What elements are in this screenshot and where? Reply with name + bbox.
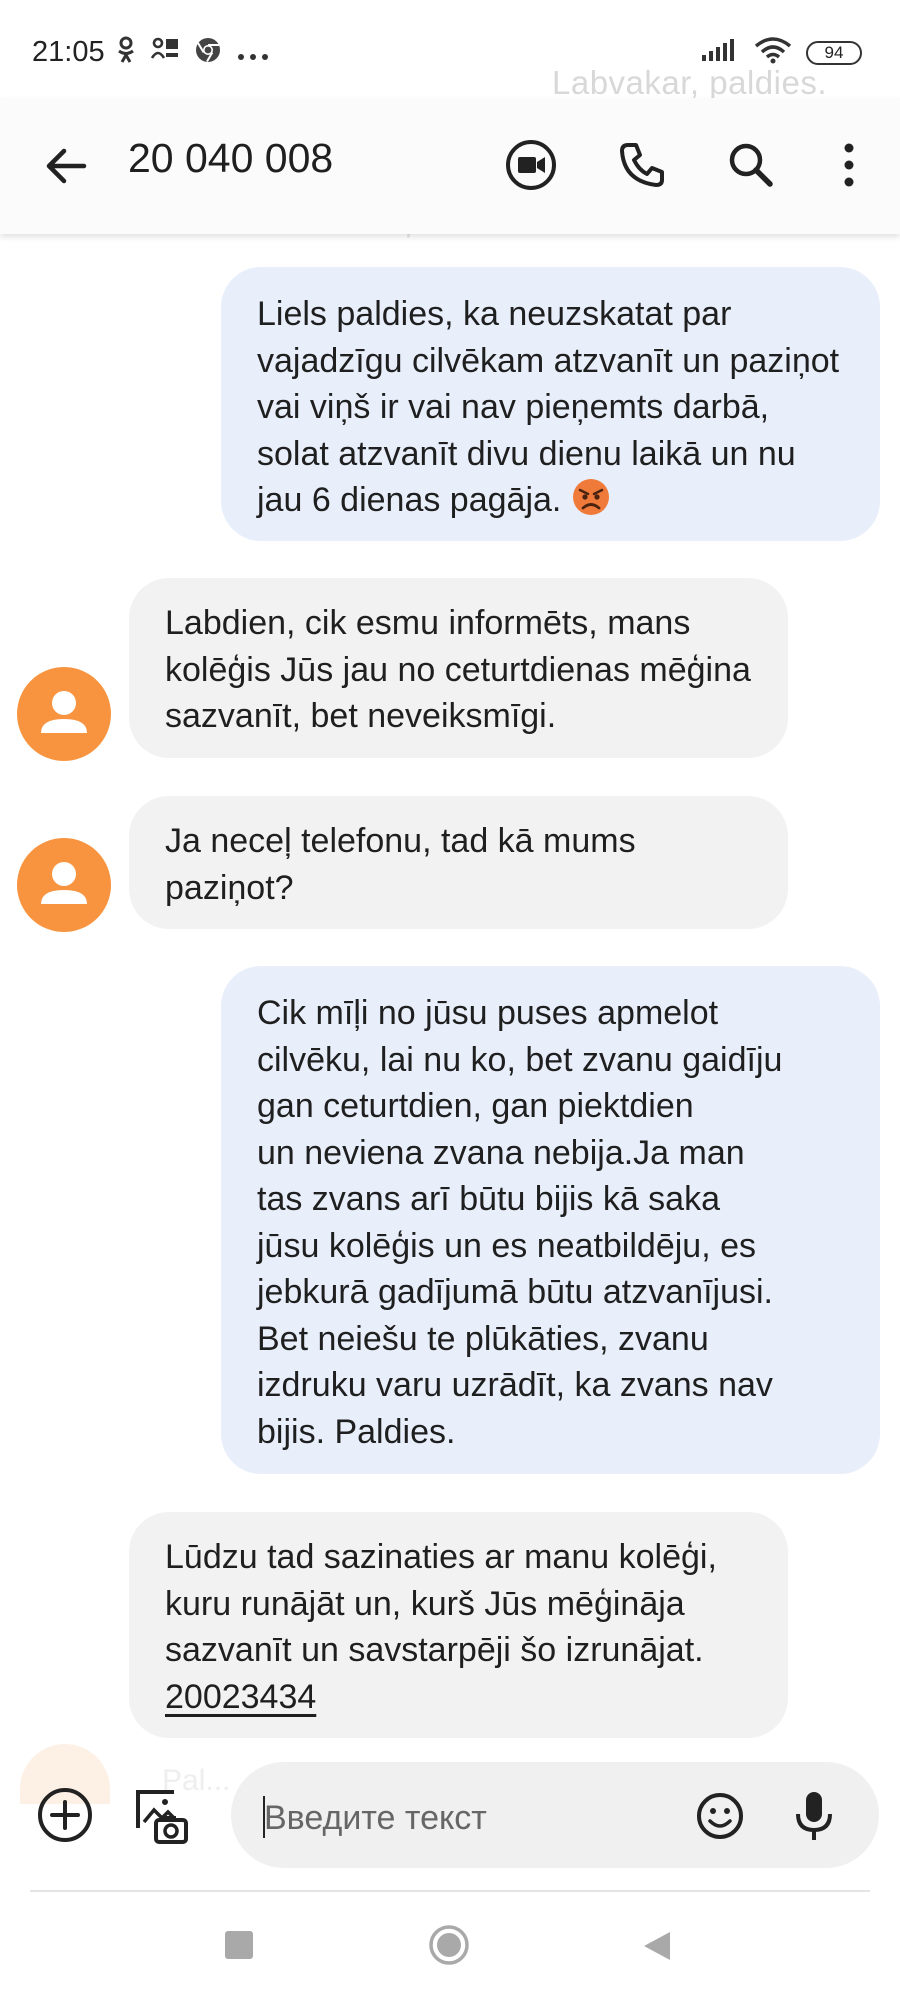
- battery-icon: 94: [806, 40, 862, 65]
- message-line: Bet neiešu te plūkāties, zvanu: [257, 1319, 709, 1358]
- ghost-notification-preview: Labvakar, paldies.: [552, 64, 828, 101]
- home-button[interactable]: [428, 1924, 470, 1966]
- contact-avatar[interactable]: [17, 667, 111, 761]
- message-line: bijis. Paldies.: [257, 1412, 456, 1451]
- more-dots-icon: [236, 38, 270, 69]
- chrome-icon: [194, 36, 222, 71]
- battery-level: 94: [824, 42, 844, 62]
- message-bubble-incoming[interactable]: Lūdzu tad sazinaties ar manu kolēģi, kur…: [129, 1512, 788, 1738]
- message-input[interactable]: [264, 1796, 664, 1840]
- phone-icon[interactable]: [613, 136, 671, 194]
- person-icon: [41, 691, 87, 733]
- message-line: jūsu kolēģis un es neatbildēju, es: [257, 1226, 756, 1265]
- odnoklassniki-icon: [116, 36, 136, 71]
- message-text: Lūdzu tad sazinaties ar manu kolēģi, kur…: [165, 1538, 717, 1669]
- contact-title[interactable]: 20 040 008: [128, 135, 333, 182]
- composer-divider: [30, 1890, 870, 1892]
- back-button[interactable]: [640, 1928, 674, 1964]
- angry-face-emoji: [571, 477, 611, 517]
- mic-icon[interactable]: [788, 1788, 840, 1844]
- emoji-icon[interactable]: [694, 1790, 746, 1842]
- message-bubble-outgoing[interactable]: Liels paldies, ka neuzskatat par vajadzī…: [221, 267, 880, 541]
- search-icon[interactable]: [722, 136, 780, 194]
- message-line: un neviena zvana nebija.Ja man: [257, 1133, 745, 1172]
- notification-icon: [150, 36, 180, 71]
- message-line: gan ceturtdien, gan piektdien: [257, 1087, 694, 1125]
- message-bubble-incoming[interactable]: Labdien, cik esmu informēts, mans kolēģi…: [129, 578, 788, 758]
- video-call-icon[interactable]: [502, 136, 560, 194]
- message-line: jebkurā gadījumā būtu atzvanījusi.: [257, 1273, 773, 1311]
- message-text: Ja neceļ telefonu, tad kā mums paziņot?: [165, 822, 636, 907]
- more-vert-icon[interactable]: [820, 136, 878, 194]
- status-time: 21:05: [32, 36, 105, 68]
- gallery-icon[interactable]: [130, 1784, 192, 1846]
- conversation-header: 20 040 008: [0, 98, 900, 234]
- back-arrow-icon[interactable]: [38, 138, 94, 194]
- text-cursor: [263, 1796, 265, 1838]
- message-text: Labdien, cik esmu informēts, mans kolēģi…: [165, 604, 751, 735]
- phone-number-link[interactable]: 20023434: [165, 1678, 316, 1716]
- message-line: cilvēku, lai nu ko, bet zvanu gaidīju: [257, 1040, 783, 1079]
- message-line: tas zvans arī būtu bijis kā saka: [257, 1180, 721, 1218]
- message-text: Liels paldies, ka neuzskatat par vajadzī…: [257, 295, 840, 519]
- contact-avatar[interactable]: [17, 838, 111, 932]
- person-icon: [41, 862, 87, 904]
- message-line: Cik mīļi no jūsu puses apmelot: [257, 994, 719, 1032]
- add-icon[interactable]: [36, 1786, 94, 1844]
- message-line: izdruku varu uzrādīt, ka zvans nav: [257, 1366, 773, 1404]
- recents-button[interactable]: [225, 1931, 253, 1959]
- status-notification-icons: [116, 36, 270, 71]
- message-bubble-incoming[interactable]: Ja neceļ telefonu, tad kā mums paziņot?: [129, 796, 788, 929]
- message-bubble-outgoing[interactable]: Cik mīļi no jūsu puses apmelot cilvēku, …: [221, 966, 880, 1474]
